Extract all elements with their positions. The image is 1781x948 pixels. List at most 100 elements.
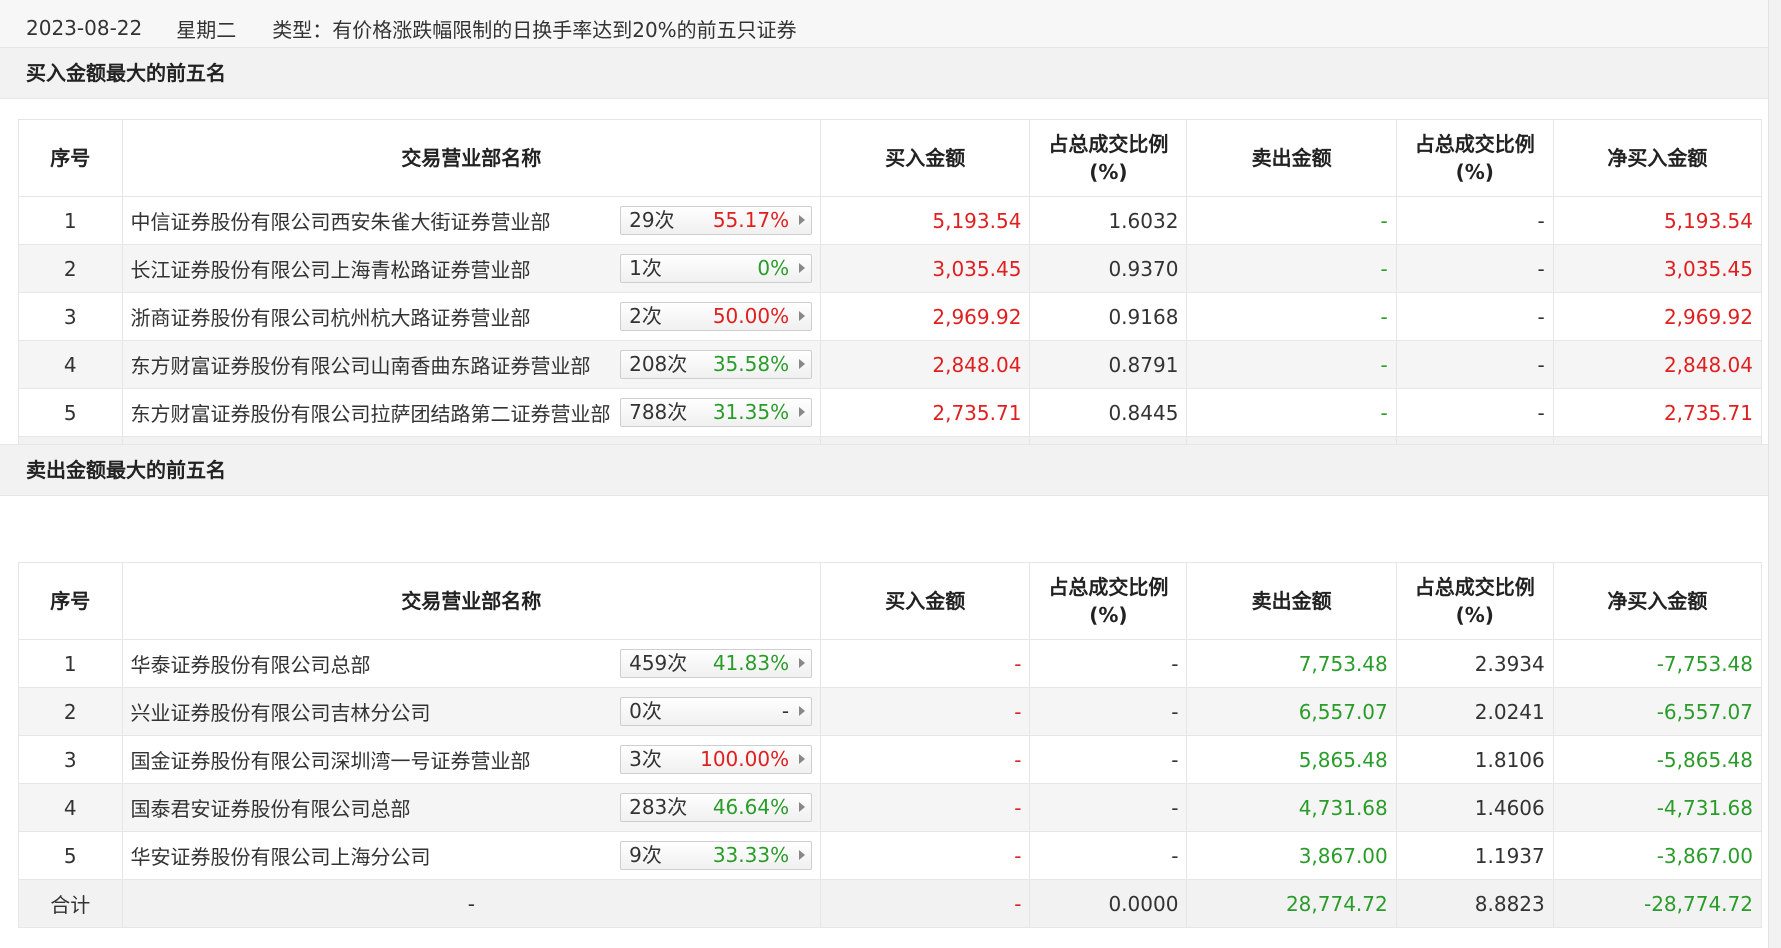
table-row: 5 东方财富证券股份有限公司拉萨团结路第二证券营业部 788次 31.35% 2,735…	[18, 388, 1763, 437]
sell-ratio: -	[1395, 388, 1554, 437]
sell-ratio: -	[1395, 196, 1554, 245]
branch-cell: 中信证券股份有限公司西安朱雀大街证券营业部 29次 55.17%	[121, 196, 822, 245]
buy-amount: 2,735.71	[820, 388, 1031, 437]
buy-amount: -	[820, 735, 1031, 784]
col-buy-amount-header[interactable]: 买入金额	[820, 562, 1031, 640]
trade-date: 2023-08-22	[26, 16, 143, 40]
total-branch: -	[121, 879, 822, 928]
appearance-count: 788次	[629, 400, 688, 424]
col-index-header[interactable]: 序号	[18, 119, 123, 197]
branch-cell: 东方财富证券股份有限公司拉萨团结路第二证券营业部 788次 31.35%	[121, 388, 822, 437]
branch-stats-button[interactable]: 208次 35.58%	[620, 350, 813, 379]
col-sell-amount-header[interactable]: 卖出金额	[1186, 562, 1397, 640]
sell-amount: 4,731.68	[1186, 783, 1397, 832]
list-type: 类型：有价格涨跌幅限制的日换手率达到20%的前五只证券	[272, 17, 797, 42]
branch-name-link[interactable]: 东方财富证券股份有限公司山南香曲东路证券营业部	[131, 350, 591, 379]
branch-stats-button[interactable]: 1次 0%	[620, 254, 813, 283]
net-amount: -6,557.07	[1552, 687, 1763, 736]
row-index: 4	[18, 783, 123, 832]
table-row: 4 东方财富证券股份有限公司山南香曲东路证券营业部 208次 35.58% 2,848.…	[18, 340, 1763, 389]
buy-ratio: 0.9370	[1029, 244, 1188, 293]
appearance-count: 208次	[629, 352, 688, 376]
branch-name-link[interactable]: 兴业证券股份有限公司吉林分公司	[131, 697, 431, 726]
branch-name-link[interactable]: 长江证券股份有限公司上海青松路证券营业部	[131, 254, 531, 283]
sell-ratio: -	[1395, 244, 1554, 293]
branch-stats-button[interactable]: 29次 55.17%	[620, 206, 813, 235]
sell-table: 序号 交易营业部名称 买入金额 占总成交比例(%) 卖出金额 占总成交比例(%) 净买入金额…	[18, 562, 1763, 928]
table-row: 1 中信证券股份有限公司西安朱雀大街证券营业部 29次 55.17% 5,193.54 1…	[18, 196, 1763, 245]
buy-ratio: -	[1029, 831, 1188, 880]
branch-name-link[interactable]: 东方财富证券股份有限公司拉萨团结路第二证券营业部	[131, 398, 611, 427]
branch-name-link[interactable]: 中信证券股份有限公司西安朱雀大街证券营业部	[131, 206, 551, 235]
branch-name-link[interactable]: 国金证券股份有限公司深圳湾一号证券营业部	[131, 745, 531, 774]
row-index: 2	[18, 244, 123, 293]
row-index: 2	[18, 687, 123, 736]
branch-name-link[interactable]: 国泰君安证券股份有限公司总部	[131, 793, 411, 822]
win-rate: 100.00%	[700, 747, 790, 771]
chevron-right-icon	[799, 407, 806, 417]
buy-amount: 5,193.54	[820, 196, 1031, 245]
sell-amount: 7,753.48	[1186, 639, 1397, 688]
win-rate: 35.58%	[712, 352, 790, 376]
row-index: 5	[18, 388, 123, 437]
col-buy-amount-header[interactable]: 买入金额	[820, 119, 1031, 197]
branch-stats-button[interactable]: 788次 31.35%	[620, 398, 813, 427]
vertical-scrollbar[interactable]	[1768, 0, 1781, 948]
col-net-amount-header[interactable]: 净买入金额	[1552, 562, 1763, 640]
col-index-header[interactable]: 序号	[18, 562, 123, 640]
appearance-count: 9次	[629, 843, 662, 867]
sell-ratio: 2.3934	[1395, 639, 1554, 688]
col-net-amount-header[interactable]: 净买入金额	[1552, 119, 1763, 197]
appearance-count: 459次	[629, 651, 688, 675]
sell-ratio: 1.1937	[1395, 831, 1554, 880]
total-buy-amount: -	[820, 879, 1031, 928]
branch-stats-button[interactable]: 2次 50.00%	[620, 302, 813, 331]
col-sell-amount-header[interactable]: 卖出金额	[1186, 119, 1397, 197]
branch-stats-button[interactable]: 283次 46.64%	[620, 793, 813, 822]
col-buy-ratio-header[interactable]: 占总成交比例(%)	[1029, 119, 1188, 197]
chevron-right-icon	[799, 658, 806, 668]
table-row: 2 长江证券股份有限公司上海青松路证券营业部 1次 0% 3,035.45 0.9370-…	[18, 244, 1763, 293]
row-index: 4	[18, 340, 123, 389]
branch-name-link[interactable]: 华安证券股份有限公司上海分公司	[131, 841, 431, 870]
col-buy-ratio-header[interactable]: 占总成交比例(%)	[1029, 562, 1188, 640]
branch-cell: 浙商证券股份有限公司杭州杭大路证券营业部 2次 50.00%	[121, 292, 822, 341]
branch-name-link[interactable]: 华泰证券股份有限公司总部	[131, 649, 371, 678]
sell-ratio: 1.4606	[1395, 783, 1554, 832]
buy-ratio: 0.9168	[1029, 292, 1188, 341]
branch-name-link[interactable]: 浙商证券股份有限公司杭州杭大路证券营业部	[131, 302, 531, 331]
page: 2023-08-22 星期二 类型：有价格涨跌幅限制的日换手率达到20%的前五只…	[0, 0, 1781, 948]
buy-table: 序号 交易营业部名称 买入金额 占总成交比例(%) 卖出金额 占总成交比例(%) 净买入金额…	[18, 119, 1763, 485]
col-branch-name-header[interactable]: 交易营业部名称	[121, 562, 822, 640]
buy-ratio: -	[1029, 783, 1188, 832]
chevron-right-icon	[799, 754, 806, 764]
table-row: 2 兴业证券股份有限公司吉林分公司 0次 - - -6,557.07 2.0241 -6,55…	[18, 687, 1763, 736]
col-branch-name-header[interactable]: 交易营业部名称	[121, 119, 822, 197]
sell-ratio: -	[1395, 292, 1554, 341]
sell-amount: -	[1186, 292, 1397, 341]
table-row: 5 华安证券股份有限公司上海分公司 9次 33.33% - -3,867.00 1.1937…	[18, 831, 1763, 880]
sell-amount: -	[1186, 340, 1397, 389]
sell-section-title: 卖出金额最大的前五名	[0, 444, 1770, 496]
chevron-right-icon	[799, 263, 806, 273]
header-row: 序号 交易营业部名称 买入金额 占总成交比例(%) 卖出金额 占总成交比例(%) 净买入金额	[18, 562, 1763, 640]
sell-amount: 3,867.00	[1186, 831, 1397, 880]
branch-stats-button[interactable]: 0次 -	[620, 697, 813, 726]
branch-stats-button[interactable]: 459次 41.83%	[620, 649, 813, 678]
win-rate: 0%	[757, 256, 790, 280]
col-sell-ratio-header[interactable]: 占总成交比例(%)	[1395, 562, 1554, 640]
col-sell-ratio-header[interactable]: 占总成交比例(%)	[1395, 119, 1554, 197]
branch-cell: 华安证券股份有限公司上海分公司 9次 33.33%	[121, 831, 822, 880]
chevron-right-icon	[799, 850, 806, 860]
win-rate: 55.17%	[712, 208, 790, 232]
buy-ratio: 0.8791	[1029, 340, 1188, 389]
appearance-count: 283次	[629, 795, 688, 819]
branch-cell: 兴业证券股份有限公司吉林分公司 0次 -	[121, 687, 822, 736]
branch-stats-button[interactable]: 9次 33.33%	[620, 841, 813, 870]
branch-stats-button[interactable]: 3次 100.00%	[620, 745, 813, 774]
buy-amount: 2,969.92	[820, 292, 1031, 341]
chevron-right-icon	[799, 706, 806, 716]
sell-section: 卖出金额最大的前五名	[0, 444, 1770, 496]
appearance-count: 3次	[629, 747, 662, 771]
net-amount: -7,753.48	[1552, 639, 1763, 688]
